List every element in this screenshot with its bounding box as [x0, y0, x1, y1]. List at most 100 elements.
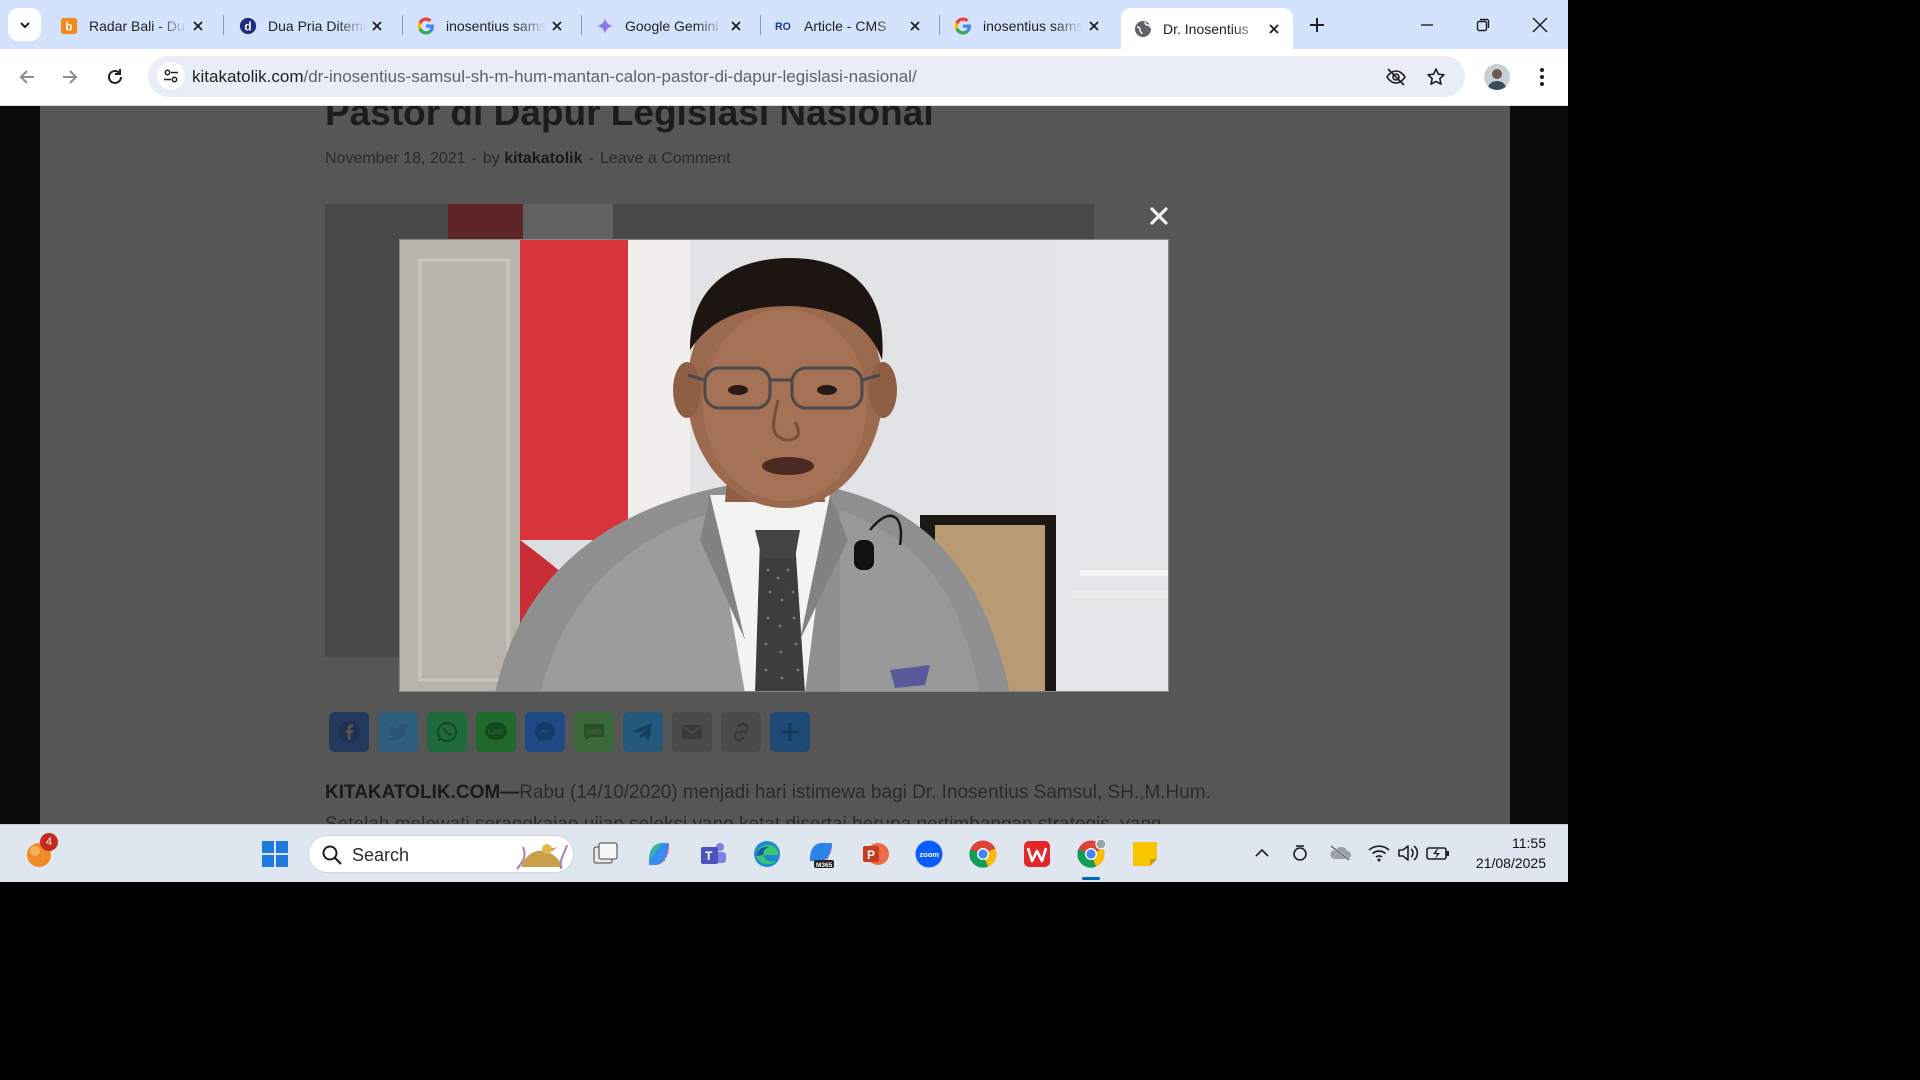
tab-search-button[interactable] [8, 8, 41, 41]
bookmark-button[interactable] [1424, 65, 1448, 89]
cms-favicon-icon: RO [775, 17, 793, 35]
email-share-button[interactable] [672, 712, 712, 752]
tab-title: Google Gemini [625, 17, 719, 34]
radar-bali-favicon-icon: b [60, 17, 78, 35]
restore-button[interactable] [1468, 10, 1498, 40]
sync-icon [1293, 845, 1307, 861]
teams-taskbar-button[interactable]: T [696, 837, 730, 871]
chrome-profile-taskbar-button-active[interactable] [1074, 837, 1108, 880]
more-share-button[interactable] [770, 712, 810, 752]
file-explorer-taskbar-button[interactable] [588, 837, 622, 871]
edge-icon [754, 841, 780, 867]
svg-text:P: P [867, 848, 875, 862]
tab-google-search-1[interactable]: inosentius samsul [404, 8, 576, 43]
reload-icon [108, 69, 122, 84]
whatsapp-share-button[interactable] [427, 712, 467, 752]
tab-separator [581, 15, 582, 35]
chrome-taskbar-button[interactable] [966, 837, 1000, 871]
tab-article-cms[interactable]: RO Article - CMS [762, 8, 934, 43]
close-tab-icon[interactable] [366, 15, 388, 37]
taskbar-search-box[interactable]: Search [308, 835, 574, 873]
minimize-button[interactable] [1412, 10, 1442, 40]
tab-dr-inosentius-active[interactable]: Dr. Inosentius [1121, 8, 1293, 49]
line-share-button[interactable]: LINE [476, 712, 516, 752]
zoom-taskbar-button[interactable]: zoom [912, 837, 946, 871]
m365-taskbar-button[interactable]: M365 [804, 837, 838, 871]
eye-off-icon [1386, 68, 1406, 86]
system-clock[interactable]: 11:55 21/08/2025 [1476, 833, 1546, 873]
sync-tray-icon[interactable] [1288, 841, 1312, 865]
wifi-tray-icon[interactable] [1367, 841, 1391, 865]
new-tab-button[interactable] [1305, 13, 1329, 37]
close-tab-icon[interactable] [904, 15, 926, 37]
close-tab-icon[interactable] [725, 15, 747, 37]
tab-radar-bali[interactable]: b Radar Bali - Dua [47, 8, 217, 43]
twitter-share-button[interactable] [378, 712, 418, 752]
chevron-down-icon [19, 21, 30, 28]
telegram-share-button[interactable] [623, 712, 663, 752]
svg-text:b: b [65, 20, 72, 33]
zoom-icon: zoom [915, 840, 943, 868]
facebook-share-button[interactable] [329, 712, 369, 752]
tab-google-search-2[interactable]: inosentius samsul [941, 8, 1113, 43]
close-tab-icon[interactable] [1263, 18, 1285, 40]
messenger-icon [535, 722, 555, 742]
lightbox-image[interactable] [399, 239, 1169, 692]
tracking-protection-button[interactable] [1384, 65, 1408, 89]
avatar-icon [1487, 69, 1507, 90]
clock-date: 21/08/2025 [1475, 855, 1546, 871]
tab-gemini[interactable]: Google Gemini [583, 8, 755, 43]
sms-share-button[interactable]: SMS [574, 712, 614, 752]
notification-badge: 4 [40, 833, 58, 851]
wps-office-icon [1024, 841, 1050, 867]
copilot-taskbar-button[interactable] [642, 837, 676, 871]
back-button[interactable] [12, 62, 42, 92]
forward-button[interactable] [55, 62, 85, 92]
show-hidden-icons-button[interactable] [1250, 841, 1274, 865]
svg-text:T: T [705, 849, 713, 863]
clock-time: 11:55 [1512, 835, 1546, 851]
svg-text:RO: RO [775, 21, 791, 33]
plus-icon [781, 723, 799, 741]
sms-icon: SMS [584, 724, 604, 741]
comment-link[interactable]: Leave a Comment [600, 150, 731, 167]
tab-title: Dr. Inosentius [1163, 20, 1249, 37]
article-lead-text: Rabu (14/10/2020) menjadi hari istimewa … [519, 782, 1211, 803]
reload-button[interactable] [100, 62, 130, 92]
url-text[interactable]: kitakatolik.com/dr-inosentius-samsul-sh-… [192, 67, 917, 87]
powerpoint-taskbar-button[interactable]: P [858, 837, 892, 871]
twitter-icon [388, 723, 408, 741]
widgets-button[interactable]: 4 [22, 833, 58, 871]
messenger-share-button[interactable] [525, 712, 565, 752]
arrow-left-icon [19, 70, 34, 84]
svg-text:LINE: LINE [488, 729, 504, 736]
lightbox-close-button[interactable] [1146, 203, 1172, 229]
google-favicon-icon [954, 17, 972, 35]
address-bar[interactable]: kitakatolik.com/dr-inosentius-samsul-sh-… [148, 56, 1465, 97]
volume-icon [1398, 845, 1419, 861]
close-tab-icon[interactable] [1083, 15, 1105, 37]
link-icon [733, 722, 749, 742]
star-icon [1427, 68, 1445, 85]
tab-detik[interactable]: d Dua Pria Ditemukan [226, 8, 396, 43]
close-tab-icon[interactable] [546, 15, 568, 37]
wps-taskbar-button[interactable] [1020, 837, 1054, 871]
tab-title: Article - CMS [804, 17, 887, 34]
profile-avatar[interactable] [1484, 64, 1510, 90]
copy-link-share-button[interactable] [721, 712, 761, 752]
site-info-button[interactable] [157, 62, 185, 90]
close-tab-icon[interactable] [187, 15, 209, 37]
author-link[interactable]: kitakatolik [504, 150, 582, 167]
sticky-notes-taskbar-button[interactable] [1128, 837, 1162, 871]
tab-separator [939, 15, 940, 35]
close-window-button[interactable] [1525, 10, 1555, 40]
battery-tray-icon[interactable] [1426, 841, 1450, 865]
browser-menu-button[interactable] [1530, 64, 1554, 90]
cloud-off-icon [1330, 845, 1351, 861]
start-button[interactable] [258, 837, 292, 871]
url-domain: kitakatolik.com [192, 67, 304, 86]
edge-taskbar-button[interactable] [750, 837, 784, 871]
facebook-icon [338, 721, 360, 743]
onedrive-tray-icon[interactable] [1328, 841, 1352, 865]
volume-tray-icon[interactable] [1396, 841, 1420, 865]
